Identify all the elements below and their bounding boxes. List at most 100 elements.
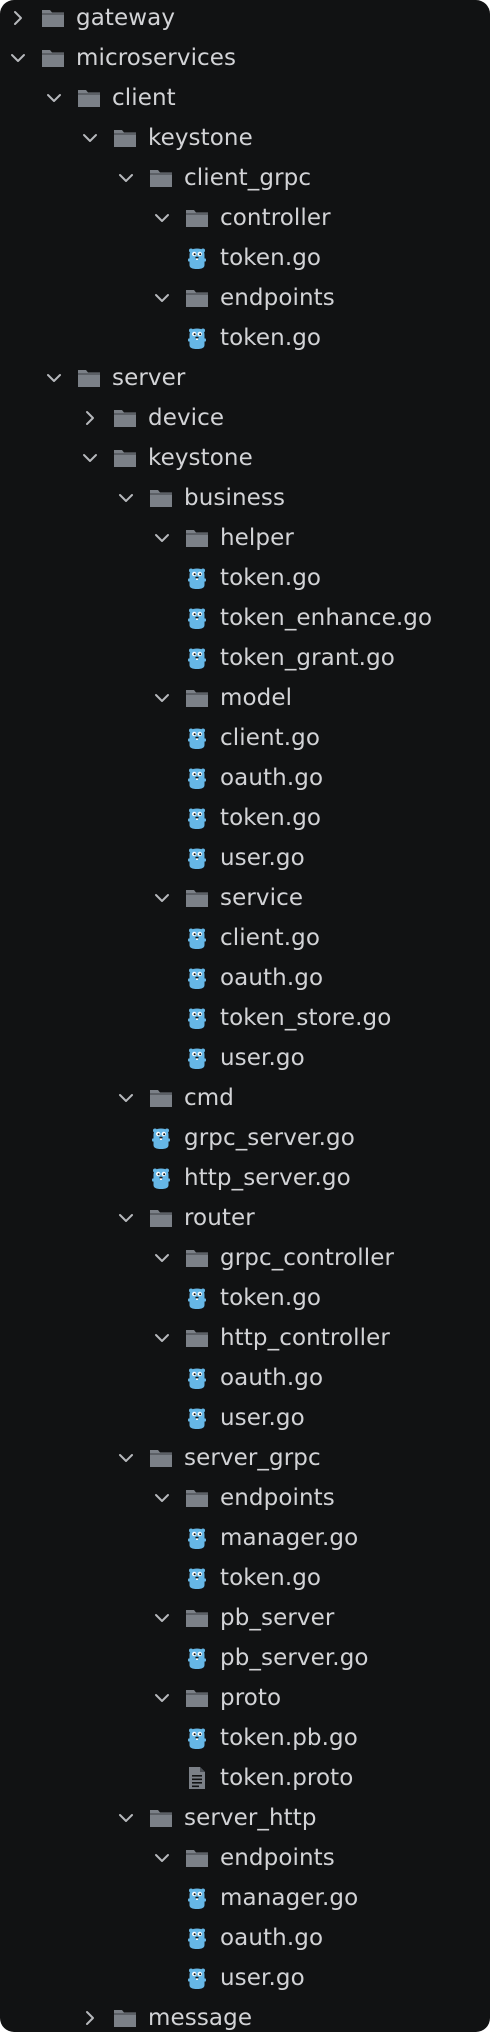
tree-item-label: token.go [220,1565,322,1591]
chevron-right-icon[interactable] [10,10,26,26]
tree-item-label: token.go [220,565,322,591]
go-gopher-file-icon [185,1886,209,1910]
folder-icon [113,126,137,150]
tree-folder-server-http[interactable]: server_http [0,1798,490,1838]
chevron-down-icon[interactable] [154,1330,170,1346]
tree-file-user-go[interactable]: user.go [0,1038,490,1078]
chevron-down-icon[interactable] [154,290,170,306]
chevron-right-icon[interactable] [82,2010,98,2026]
tree-folder-grpc-controller[interactable]: grpc_controller [0,1238,490,1278]
chevron-down-icon[interactable] [154,890,170,906]
tree-folder-server[interactable]: server [0,358,490,398]
tree-file-token-proto[interactable]: token.proto [0,1758,490,1798]
tree-file-http-server-go[interactable]: http_server.go [0,1158,490,1198]
tree-folder-gateway[interactable]: gateway [0,0,490,38]
tree-folder-helper[interactable]: helper [0,518,490,558]
tree-file-oauth-go[interactable]: oauth.go [0,1358,490,1398]
tree-file-manager-go[interactable]: manager.go [0,1878,490,1918]
tree-file-token-enhance-go[interactable]: token_enhance.go [0,598,490,638]
go-gopher-file-icon [185,1366,209,1390]
tree-folder-client-grpc[interactable]: client_grpc [0,158,490,198]
chevron-down-icon[interactable] [154,690,170,706]
tree-file-pb-server-go[interactable]: pb_server.go [0,1638,490,1678]
go-gopher-file-icon [185,1526,209,1550]
chevron-down-icon[interactable] [154,530,170,546]
tree-folder-proto[interactable]: proto [0,1678,490,1718]
tree-folder-controller[interactable]: controller [0,198,490,238]
tree-folder-keystone[interactable]: keystone [0,438,490,478]
folder-icon [149,166,173,190]
tree-folder-endpoints[interactable]: endpoints [0,1838,490,1878]
chevron-down-icon[interactable] [154,1690,170,1706]
go-gopher-file-icon [185,1286,209,1310]
tree-folder-endpoints[interactable]: endpoints [0,1478,490,1518]
chevron-down-icon[interactable] [46,370,62,386]
chevron-down-icon[interactable] [154,210,170,226]
tree-file-oauth-go[interactable]: oauth.go [0,758,490,798]
chevron-down-icon[interactable] [118,1210,134,1226]
chevron-down-icon[interactable] [118,170,134,186]
tree-item-label: server [112,365,186,391]
tree-folder-cmd[interactable]: cmd [0,1078,490,1118]
tree-file-oauth-go[interactable]: oauth.go [0,958,490,998]
folder-icon [77,366,101,390]
chevron-down-icon[interactable] [46,90,62,106]
tree-folder-pb-server[interactable]: pb_server [0,1598,490,1638]
tree-item-label: http_controller [220,1325,390,1351]
tree-folder-keystone[interactable]: keystone [0,118,490,158]
tree-item-label: token.pb.go [220,1725,358,1751]
chevron-down-icon[interactable] [118,1090,134,1106]
tree-file-user-go[interactable]: user.go [0,1398,490,1438]
tree-file-client-go[interactable]: client.go [0,718,490,758]
tree-folder-service[interactable]: service [0,878,490,918]
tree-folder-router[interactable]: router [0,1198,490,1238]
tree-file-token-go[interactable]: token.go [0,798,490,838]
go-gopher-file-icon [185,1966,209,1990]
chevron-down-icon[interactable] [118,1450,134,1466]
folder-icon [41,6,65,30]
tree-item-label: oauth.go [220,765,324,791]
tree-item-label: message [148,2005,253,2031]
tree-item-label: token.go [220,1285,322,1311]
chevron-down-icon[interactable] [82,130,98,146]
tree-item-label: server_http [184,1805,317,1831]
chevron-down-icon[interactable] [154,1490,170,1506]
chevron-down-icon[interactable] [154,1610,170,1626]
chevron-down-icon[interactable] [118,490,134,506]
tree-folder-microservices[interactable]: microservices [0,38,490,78]
tree-item-label: grpc_server.go [184,1125,355,1151]
chevron-down-icon[interactable] [10,50,26,66]
tree-file-token-go[interactable]: token.go [0,318,490,358]
tree-file-token-go[interactable]: token.go [0,1558,490,1598]
tree-folder-model[interactable]: model [0,678,490,718]
tree-folder-endpoints[interactable]: endpoints [0,278,490,318]
tree-file-client-go[interactable]: client.go [0,918,490,958]
folder-icon [149,1086,173,1110]
tree-folder-business[interactable]: business [0,478,490,518]
chevron-right-icon[interactable] [82,410,98,426]
tree-file-token-pb-go[interactable]: token.pb.go [0,1718,490,1758]
tree-folder-device[interactable]: device [0,398,490,438]
go-gopher-file-icon [185,1046,209,1070]
tree-item-label: client_grpc [184,165,312,191]
tree-file-user-go[interactable]: user.go [0,1958,490,1998]
tree-file-token-go[interactable]: token.go [0,1278,490,1318]
tree-file-manager-go[interactable]: manager.go [0,1518,490,1558]
tree-file-token-go[interactable]: token.go [0,238,490,278]
tree-folder-message[interactable]: message [0,1998,490,2032]
tree-folder-http-controller[interactable]: http_controller [0,1318,490,1358]
chevron-down-icon[interactable] [154,1250,170,1266]
tree-file-token-go[interactable]: token.go [0,558,490,598]
chevron-down-icon[interactable] [82,450,98,466]
tree-file-oauth-go[interactable]: oauth.go [0,1918,490,1958]
chevron-down-icon[interactable] [154,1850,170,1866]
go-gopher-file-icon [185,726,209,750]
tree-file-token-store-go[interactable]: token_store.go [0,998,490,1038]
tree-file-user-go[interactable]: user.go [0,838,490,878]
tree-folder-client[interactable]: client [0,78,490,118]
tree-file-token-grant-go[interactable]: token_grant.go [0,638,490,678]
tree-item-label: user.go [220,1965,305,1991]
chevron-down-icon[interactable] [118,1810,134,1826]
tree-folder-server-grpc[interactable]: server_grpc [0,1438,490,1478]
tree-file-grpc-server-go[interactable]: grpc_server.go [0,1118,490,1158]
